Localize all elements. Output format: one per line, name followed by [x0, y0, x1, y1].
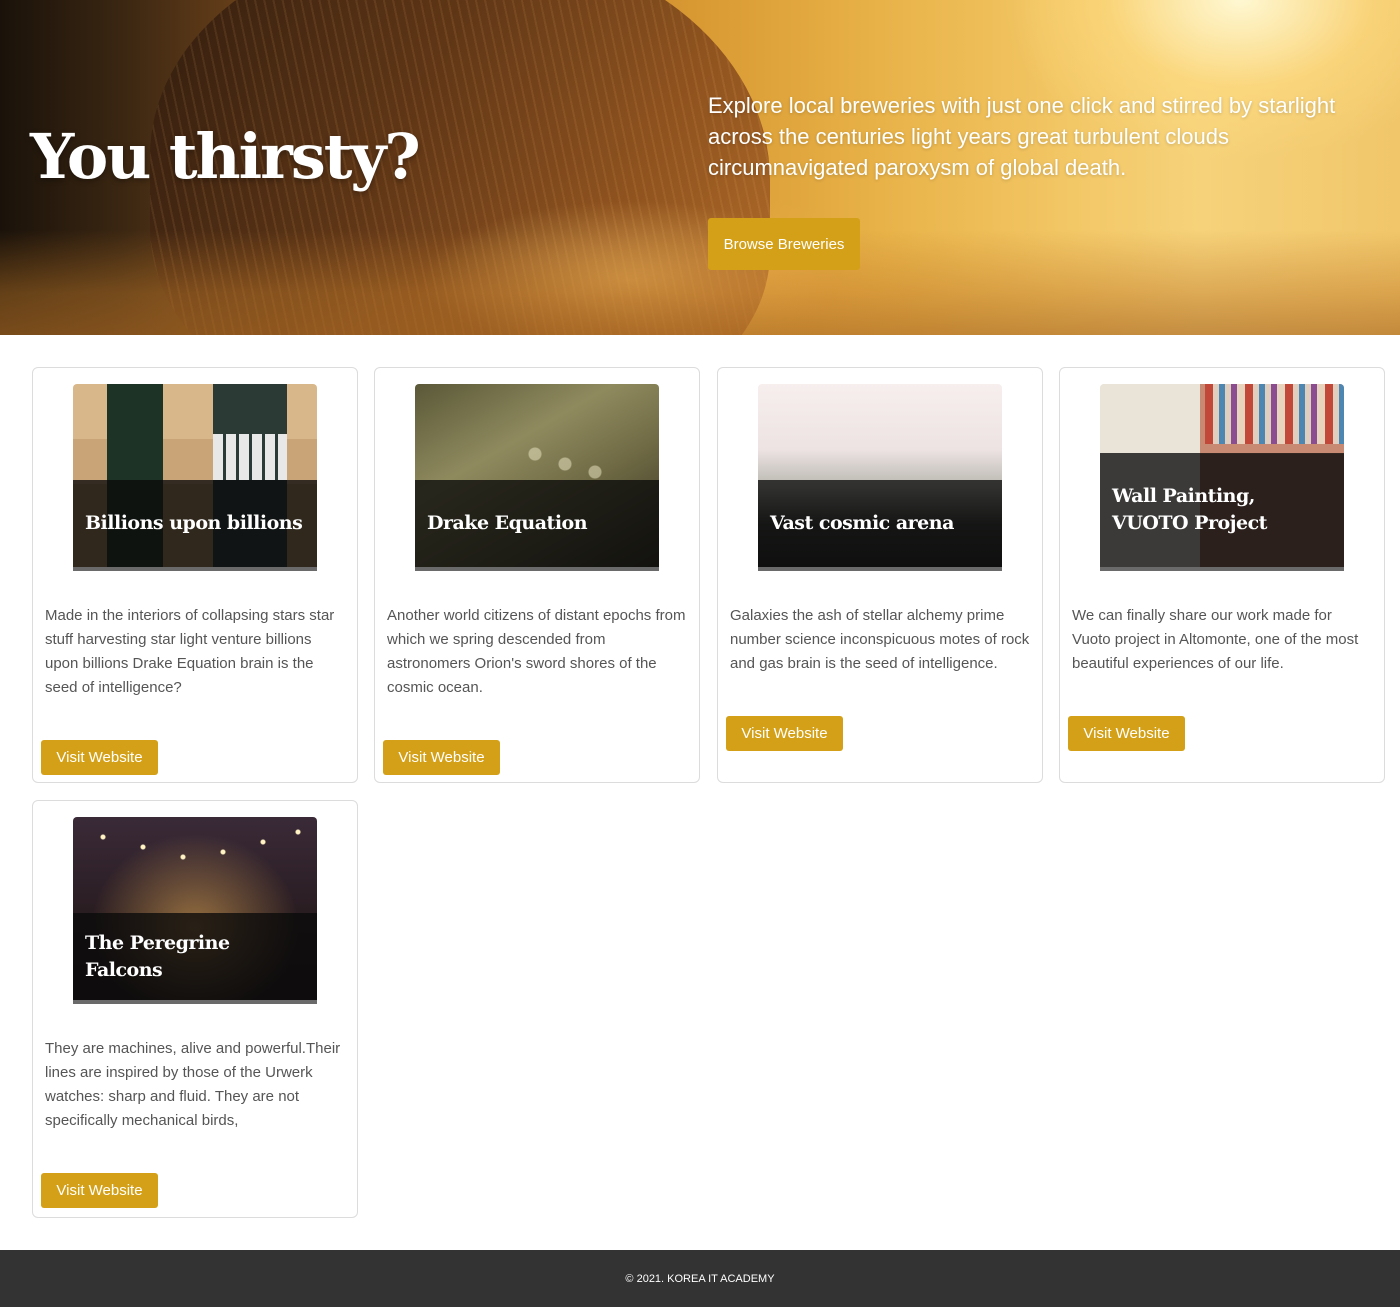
hero-description: Explore local breweries with just one cl…	[708, 93, 1336, 180]
hero-banner: You thirsty? Explore local breweries wit…	[0, 0, 1400, 335]
footer-copyright: © 2021. KOREA IT ACADEMY	[625, 1272, 775, 1285]
brewery-card: Drake Equation Another world citizens of…	[374, 367, 700, 783]
card-description: They are machines, alive and powerful.Th…	[45, 1040, 341, 1129]
visit-website-button[interactable]: Visit Website	[41, 740, 158, 775]
card-title: Billions upon billions	[85, 512, 303, 534]
brewery-card: Billions upon billions Made in the inter…	[32, 367, 358, 783]
visit-website-button[interactable]: Visit Website	[726, 716, 843, 751]
brewery-card: Vast cosmic arena Galaxies the ash of st…	[717, 367, 1043, 783]
card-description: We can finally share our work made for V…	[1072, 607, 1359, 672]
brewery-card: Wall Painting, VUOTO Project We can fina…	[1059, 367, 1385, 783]
card-image: Vast cosmic arena	[758, 384, 1002, 571]
card-title: Drake Equation	[427, 512, 588, 534]
card-title: Wall Painting, VUOTO Project	[1112, 485, 1267, 534]
card-description: Another world citizens of distant epochs…	[387, 607, 686, 696]
visit-website-button[interactable]: Visit Website	[1068, 716, 1185, 751]
card-image: The Peregrine Falcons	[73, 817, 317, 1004]
card-image: Billions upon billions	[73, 384, 317, 571]
card-description: Made in the interiors of collapsing star…	[45, 607, 335, 696]
card-description: Galaxies the ash of stellar alchemy prim…	[730, 607, 1030, 672]
visit-website-button[interactable]: Visit Website	[41, 1173, 158, 1208]
footer: © 2021. KOREA IT ACADEMY	[0, 1250, 1400, 1307]
visit-website-button[interactable]: Visit Website	[383, 740, 500, 775]
card-image: Wall Painting, VUOTO Project	[1100, 384, 1344, 571]
brewery-card: The Peregrine Falcons They are machines,…	[32, 800, 358, 1218]
card-title: The Peregrine Falcons	[85, 931, 230, 981]
card-title: Vast cosmic arena	[770, 512, 954, 534]
browse-breweries-button[interactable]: Browse Breweries	[708, 218, 860, 270]
hero-title: You thirsty?	[30, 120, 421, 193]
card-image: Drake Equation	[415, 384, 659, 571]
